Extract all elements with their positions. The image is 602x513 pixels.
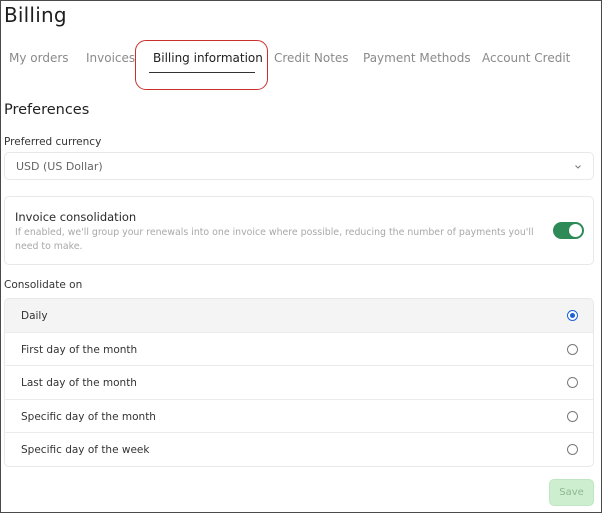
radio-button[interactable] — [567, 343, 578, 355]
tab-account-credit[interactable]: Account Credit — [482, 51, 570, 65]
toggle-knob — [569, 224, 582, 237]
tab-payment-methods[interactable]: Payment Methods — [363, 51, 471, 65]
option-label: Specific day of the week — [21, 444, 150, 457]
consolidation-toggle[interactable] — [553, 222, 584, 239]
option-specific-day-of-month[interactable]: Specific day of the month — [5, 400, 593, 434]
currency-select-value: USD (US Dollar) — [16, 160, 103, 173]
highlight-annotation — [135, 40, 268, 90]
tab-my-orders[interactable]: My orders — [9, 51, 69, 65]
radio-button[interactable] — [567, 310, 578, 321]
option-label: Daily — [21, 310, 48, 322]
currency-select[interactable]: USD (US Dollar) — [4, 152, 594, 180]
option-first-day-of-month[interactable]: First day of the month — [5, 333, 593, 367]
invoice-consolidation-card: Invoice consolidation If enabled, we'll … — [4, 196, 594, 265]
consolidation-description: If enabled, we'll group your renewals in… — [15, 227, 534, 252]
option-last-day-of-month[interactable]: Last day of the month — [5, 366, 593, 400]
option-label: Last day of the month — [21, 377, 137, 390]
consolidate-options-list: Daily First day of the month Last day of… — [4, 298, 594, 467]
radio-button[interactable] — [567, 377, 578, 389]
save-button[interactable]: Save — [549, 479, 594, 506]
option-specific-day-of-week[interactable]: Specific day of the week — [5, 433, 593, 466]
consolidation-title: Invoice consolidation — [15, 210, 137, 224]
option-daily[interactable]: Daily — [5, 299, 593, 333]
option-label: Specific day of the month — [21, 410, 156, 423]
page-title: Billing — [4, 3, 67, 27]
radio-button[interactable] — [567, 444, 578, 456]
currency-label: Preferred currency — [4, 136, 102, 148]
radio-button[interactable] — [567, 410, 578, 422]
tab-invoices[interactable]: Invoices — [86, 51, 135, 65]
tab-credit-notes[interactable]: Credit Notes — [274, 51, 349, 65]
preferences-heading: Preferences — [4, 102, 90, 118]
consolidate-on-label: Consolidate on — [4, 279, 83, 291]
window-frame: Billing My orders Invoices Billing infor… — [0, 0, 602, 513]
tab-bar: My orders Invoices Billing information C… — [1, 41, 602, 87]
option-label: First day of the month — [21, 343, 138, 356]
chevron-down-icon — [575, 165, 581, 169]
